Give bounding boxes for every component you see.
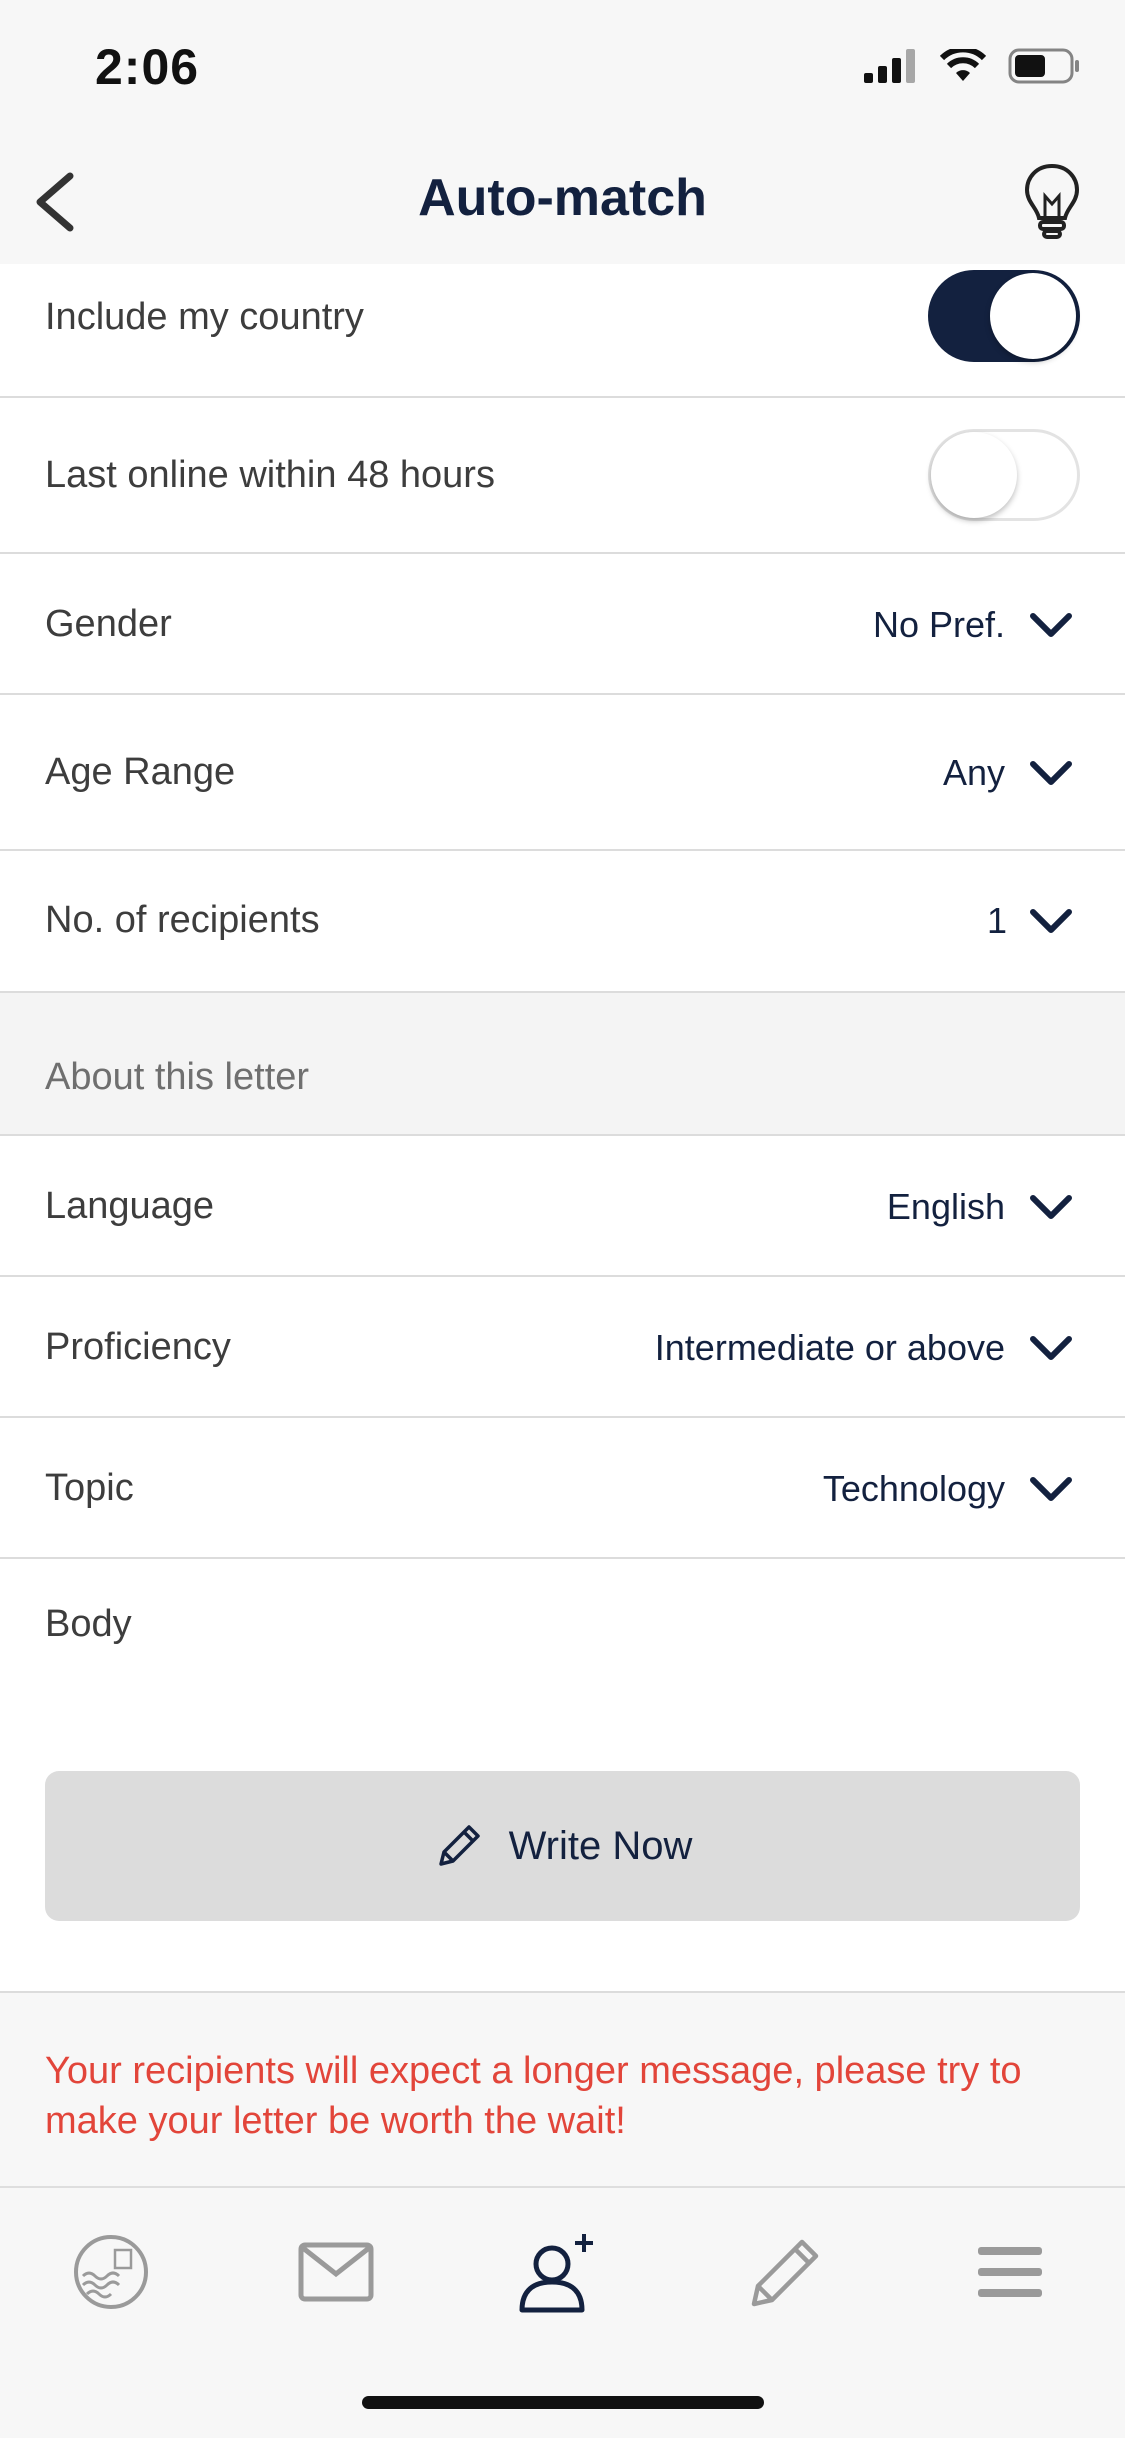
signal-icon — [864, 49, 915, 83]
topic-select[interactable]: Topic Technology — [0, 1418, 1125, 1559]
age-range-value: Any — [942, 752, 1005, 793]
tab-stamps[interactable] — [63, 2224, 159, 2320]
chevron-down-icon — [1030, 1336, 1072, 1360]
last-online-label: Last online within 48 hours — [45, 454, 495, 496]
language-value: English — [886, 1186, 1005, 1227]
page-title: Auto-match — [418, 169, 707, 227]
toggle-knob — [990, 273, 1076, 359]
include-country-toggle[interactable] — [928, 270, 1080, 362]
navigation-bar: Auto-match — [0, 140, 1125, 264]
age-range-label: Age Range — [45, 751, 236, 793]
toggle-knob — [931, 432, 1017, 518]
mail-icon — [298, 2242, 374, 2302]
recipients-value: 1 — [986, 900, 1007, 941]
section-header-label: About this letter — [45, 1056, 310, 1098]
warning-message: Your recipients will expect a longer mes… — [45, 2050, 1022, 2142]
battery-icon — [1008, 48, 1079, 84]
include-country-row: Include my country — [0, 264, 1125, 398]
chevron-down-icon — [1030, 909, 1072, 933]
recipients-label: No. of recipients — [45, 899, 320, 941]
gender-value: No Pref. — [872, 604, 1005, 645]
body-label: Body — [45, 1603, 132, 1645]
chevron-down-icon — [1030, 761, 1072, 785]
write-now-content: Write Now — [45, 1771, 1080, 1921]
topic-label: Topic — [45, 1467, 134, 1509]
tab-menu[interactable] — [962, 2224, 1058, 2320]
chevron-down-icon — [1030, 1195, 1072, 1219]
proficiency-label: Proficiency — [45, 1326, 231, 1368]
tips-button[interactable] — [1019, 160, 1085, 242]
last-online-toggle[interactable] — [928, 429, 1080, 521]
include-country-label: Include my country — [45, 296, 364, 338]
stamp-icon — [74, 2235, 148, 2309]
menu-icon — [978, 2247, 1042, 2297]
proficiency-value: Intermediate or above — [654, 1327, 1005, 1368]
status-bar: 2:06 — [0, 0, 1125, 140]
pencil-icon — [438, 1825, 480, 1866]
tab-compose[interactable] — [738, 2224, 834, 2320]
chevron-down-icon — [1030, 613, 1072, 637]
write-now-button[interactable]: Write Now — [45, 1771, 1080, 1921]
status-time: 2:06 — [95, 39, 200, 95]
recipients-select[interactable]: No. of recipients 1 — [0, 851, 1125, 993]
add-friend-icon — [519, 2234, 593, 2313]
language-select[interactable]: Language English — [0, 1136, 1125, 1277]
settings-list: Include my country Last online within 48… — [0, 264, 1125, 1993]
pencil-icon — [751, 2239, 819, 2307]
gender-select[interactable]: Gender No Pref. — [0, 554, 1125, 695]
section-header: About this letter — [0, 993, 1125, 1136]
body-section: Body Write Now — [0, 1559, 1125, 1993]
lightbulb-icon — [1024, 163, 1080, 239]
gender-label: Gender — [45, 603, 172, 645]
system-icons — [864, 48, 1080, 84]
language-label: Language — [45, 1185, 215, 1227]
tab-mail[interactable] — [288, 2224, 384, 2320]
tab-auto-match[interactable] — [510, 2224, 606, 2320]
chevron-down-icon — [1030, 1477, 1072, 1501]
wifi-icon — [940, 49, 986, 81]
last-online-row: Last online within 48 hours — [0, 398, 1125, 554]
write-now-label: Write Now — [508, 1823, 693, 1868]
topic-value: Technology — [822, 1468, 1005, 1509]
proficiency-select[interactable]: Proficiency Intermediate or above — [0, 1277, 1125, 1418]
age-range-select[interactable]: Age Range Any — [0, 695, 1125, 851]
home-indicator — [362, 2396, 764, 2409]
